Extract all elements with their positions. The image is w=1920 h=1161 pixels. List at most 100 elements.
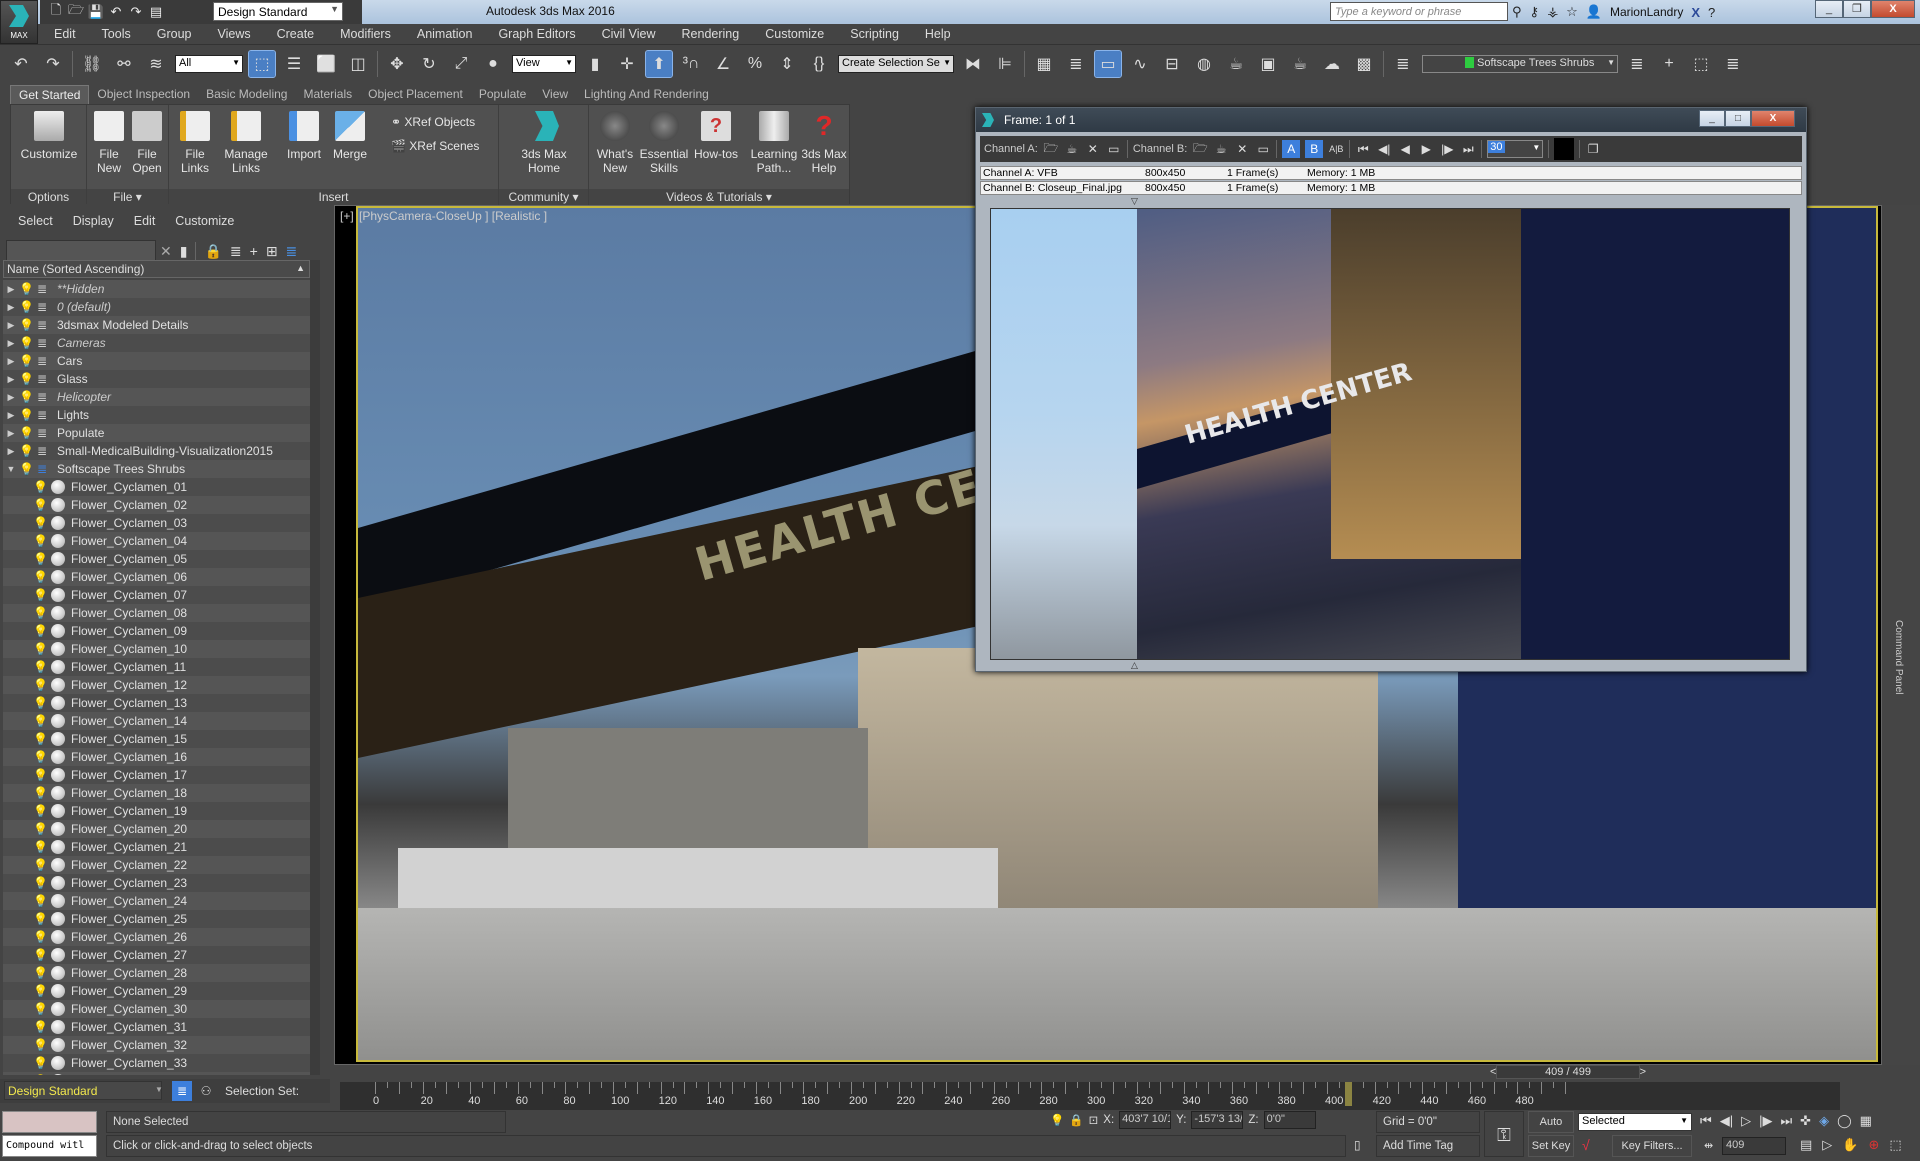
spinner-snap-icon[interactable]: ⇕ (774, 51, 800, 77)
ribbon-tab-lighting-and-rendering[interactable]: Lighting And Rendering (576, 85, 717, 103)
zoom-extents-icon[interactable]: ✜ (1800, 1113, 1811, 1129)
ram-minimize-button[interactable]: _ (1699, 110, 1725, 127)
ribbon-tab-get-started[interactable]: Get Started (10, 84, 90, 104)
visibility-bulb-icon[interactable]: 💡 (33, 732, 48, 746)
visibility-bulb-icon[interactable]: 💡 (33, 516, 48, 530)
go-to-end-icon[interactable]: ⏭ (1460, 141, 1476, 157)
object-row[interactable]: 💡 Flower_Cyclamen_21 (3, 838, 310, 856)
open-last-render-b-icon[interactable]: ☕ (1213, 141, 1229, 157)
expand-arrow-icon[interactable]: ▶ (3, 446, 19, 457)
select-manipulate-icon[interactable]: ✛ (614, 51, 640, 77)
help-icon[interactable]: ? (1708, 5, 1715, 20)
explorer-menu-select[interactable]: Select (8, 214, 63, 228)
toggle-scene-explorer-icon[interactable]: ▦ (1031, 51, 1057, 77)
menu-tools[interactable]: Tools (89, 27, 144, 41)
how-tos-button[interactable]: ? How-tos (691, 111, 741, 161)
object-row[interactable]: 💡 Flower_Cyclamen_28 (3, 964, 310, 982)
select-by-name-icon[interactable]: ☰ (281, 51, 307, 77)
expand-arrow-icon[interactable]: ▶ (3, 284, 19, 295)
scale-icon[interactable]: ⤢ (448, 51, 474, 77)
find-in-explorer-icon[interactable]: ▮ (180, 243, 188, 260)
menu-help[interactable]: Help (912, 27, 964, 41)
next-frame-icon[interactable]: |▶ (1759, 1113, 1772, 1129)
next-frame-icon[interactable]: |▶ (1439, 141, 1455, 157)
user-icon[interactable]: 👤 (1586, 4, 1602, 20)
expand-arrow-icon[interactable]: ▶ (3, 374, 19, 385)
visibility-bulb-icon[interactable]: 💡 (19, 408, 34, 422)
object-row[interactable]: 💡 Flower_Cyclamen_03 (3, 514, 310, 532)
visibility-bulb-icon[interactable]: 💡 (33, 984, 48, 998)
sort-by-layer-icon[interactable]: ≣ (172, 1081, 192, 1101)
visibility-bulb-icon[interactable]: 💡 (33, 750, 48, 764)
mirror-icon[interactable]: ⧓ (960, 51, 986, 77)
time-slider-next-icon[interactable]: > (1640, 1066, 1646, 1078)
explorer-search-input[interactable] (6, 240, 156, 262)
select-object-icon[interactable]: ⬚ (248, 49, 276, 78)
object-row[interactable]: 💡 Flower_Cyclamen_15 (3, 730, 310, 748)
visibility-bulb-icon[interactable]: 💡 (33, 840, 48, 854)
object-row[interactable]: 💡 Flower_Cyclamen_26 (3, 928, 310, 946)
visibility-bulb-icon[interactable]: 💡 (33, 786, 48, 800)
essential-skills-button[interactable]: Essential Skills (639, 111, 689, 175)
x-coordinate-field[interactable]: 403'7 10/1 (1119, 1111, 1172, 1129)
project-folder-icon[interactable]: ▤ (148, 4, 164, 20)
minimize-button[interactable]: _ (1815, 0, 1843, 18)
expand-arrow-icon[interactable]: ▶ (3, 410, 19, 421)
render-production-icon[interactable]: ☕ (1287, 51, 1313, 77)
command-panel-label[interactable]: Command Panel (1893, 620, 1904, 694)
workspace-footer-dropdown[interactable]: Design Standard (4, 1081, 162, 1100)
visibility-bulb-icon[interactable]: 💡 (33, 552, 48, 566)
play-reverse-icon[interactable]: ◀ (1397, 141, 1413, 157)
unlink-icon[interactable]: ⚯ (111, 51, 137, 77)
layer-row[interactable]: ▶ 💡 ≣ Cameras (3, 334, 310, 352)
go-to-start-icon[interactable]: ⏮ (1355, 141, 1371, 157)
visibility-bulb-icon[interactable]: 💡 (19, 444, 34, 458)
visibility-bulb-icon[interactable]: 💡 (33, 858, 48, 872)
menu-scripting[interactable]: Scripting (837, 27, 912, 41)
visibility-bulb-icon[interactable]: 💡 (33, 768, 48, 782)
whats-new-button[interactable]: What's New (593, 111, 637, 175)
merge-button[interactable]: Merge (329, 111, 371, 161)
ram-player-image[interactable]: HEALTH CENTER (990, 208, 1790, 660)
visibility-bulb-icon[interactable]: 💡 (33, 822, 48, 836)
clear-search-icon[interactable]: ✕ (160, 243, 172, 260)
menu-edit[interactable]: Edit (38, 27, 89, 41)
curve-editor-icon[interactable]: ∿ (1127, 51, 1153, 77)
go-to-end-icon[interactable]: ⏭ (1780, 1113, 1792, 1129)
3dsmax-help-button[interactable]: ? 3ds Max Help (799, 111, 849, 176)
object-row[interactable]: 💡 Flower_Cyclamen_31 (3, 1018, 310, 1036)
menu-civil-view[interactable]: Civil View (589, 27, 669, 41)
toggle-layer-explorer-icon[interactable]: ≣ (1063, 51, 1089, 77)
toggle-ribbon-icon[interactable]: ▭ (1094, 49, 1122, 78)
expand-arrow-icon[interactable]: ▶ (3, 356, 19, 367)
ram-player-title-bar[interactable]: Frame: 1 of 1 (976, 108, 1806, 132)
open-file-icon[interactable]: 🗁 (68, 2, 84, 20)
a360-gallery-icon[interactable]: ▩ (1351, 51, 1377, 77)
set-keys-key-icon[interactable]: ⚿ (1484, 1111, 1524, 1157)
previous-frame-icon[interactable]: ◀| (1376, 141, 1392, 157)
selection-lock-icon[interactable]: 🔒 (1069, 1113, 1083, 1127)
visibility-bulb-icon[interactable]: 💡 (33, 804, 48, 818)
save-channel-a-icon[interactable]: ▭ (1106, 141, 1122, 157)
object-row[interactable]: 💡 Flower_Cyclamen_07 (3, 586, 310, 604)
auto-key-button[interactable]: Auto Key (1528, 1111, 1574, 1148)
layer-row[interactable]: ▶ 💡 ≣ Populate (3, 424, 310, 442)
viewport-camera-label[interactable]: [PhysCamera-CloseUp ] (359, 209, 488, 223)
time-configuration-icon[interactable]: ▤ (1800, 1137, 1812, 1153)
visibility-bulb-icon[interactable]: 💡 (33, 714, 48, 728)
visibility-bulb-icon[interactable]: 💡 (19, 300, 34, 314)
expand-arrow-icon[interactable]: ▶ (3, 428, 19, 439)
visibility-bulb-icon[interactable]: 💡 (33, 588, 48, 602)
learning-path-button[interactable]: Learning Path... (749, 111, 799, 175)
layer-row[interactable]: ▶ 💡 ≣ **Hidden (3, 280, 310, 298)
open-channel-b-icon[interactable]: 🗁 (1192, 141, 1208, 157)
expand-arrow-icon[interactable]: ▶ (3, 392, 19, 403)
user-name[interactable]: MarionLandry (1610, 5, 1683, 19)
visibility-bulb-icon[interactable]: 💡 (33, 624, 48, 638)
binoculars-icon[interactable]: ⚲ (1512, 4, 1522, 20)
visibility-bulb-icon[interactable]: 💡 (33, 1074, 48, 1075)
xref-scenes-button[interactable]: 🎬 XRef Scenes (391, 139, 491, 153)
new-file-icon[interactable]: 🗋 (48, 2, 64, 20)
visibility-bulb-icon[interactable]: 💡 (33, 966, 48, 980)
layer-row[interactable]: ▶ 💡 ≣ 0 (default) (3, 298, 310, 316)
